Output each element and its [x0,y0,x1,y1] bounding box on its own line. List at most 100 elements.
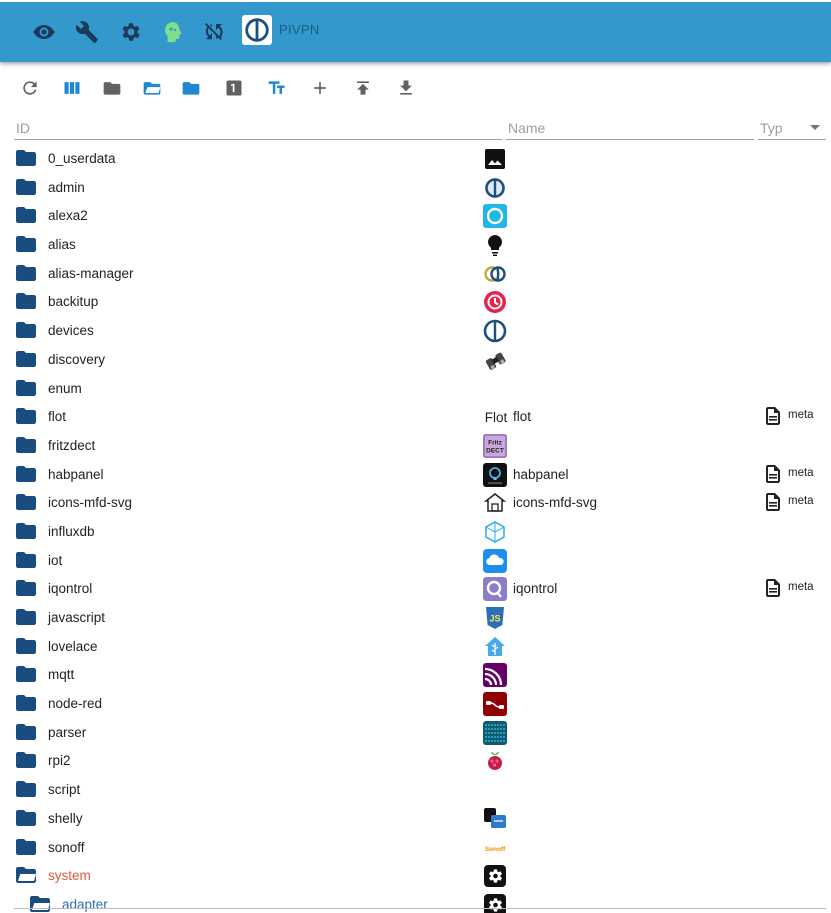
object-toolbar [0,70,831,106]
tree-row-enum[interactable]: enum [0,374,831,403]
add-icon[interactable] [307,76,333,100]
eye-icon[interactable] [30,18,58,46]
folder-open-icon[interactable] [16,867,36,884]
tree-row-lovelace[interactable]: lovelace [0,632,831,661]
tree-row-javascript[interactable]: javascript JS [0,603,831,632]
columns-icon[interactable] [59,76,85,100]
tree-row-fritzdect[interactable]: fritzdect Fritz DECT [0,431,831,460]
upload-icon[interactable] [350,76,376,100]
folder-icon[interactable] [16,408,36,425]
row-type: meta [788,409,814,422]
tree-row-discovery[interactable]: discovery [0,345,831,374]
download-icon[interactable] [393,76,419,100]
tree-row-adapter[interactable]: adapter [0,890,831,913]
svg-text:DECT: DECT [486,447,504,454]
folder-icon[interactable] [16,809,36,826]
row-id: mqtt [48,667,75,683]
folder-icon[interactable] [16,838,36,855]
tree-row-alexa2[interactable]: alexa2 [0,201,831,230]
folder-icon[interactable] [16,666,36,683]
svg-text:Fritz: Fritz [488,439,502,446]
row-type: meta [788,466,814,479]
sync-off-icon[interactable] [200,18,228,46]
text-size-icon[interactable] [264,76,290,100]
row-id: habpanel [48,466,104,482]
tree-row-habpanel[interactable]: habpanel habpanel meta [0,460,831,489]
row-id: shelly [48,810,83,826]
tree-row-mqtt[interactable]: mqtt [0,660,831,689]
gear-icon[interactable] [116,18,144,46]
folder-icon[interactable] [16,637,36,654]
folder-icon[interactable] [16,580,36,597]
object-tree: 0_userdataadmin alexa2 alias alias-manager b… [0,144,831,913]
javascript-icon: JS [483,606,507,630]
sonoff-icon: Sonoff [483,836,507,860]
folder-icon[interactable] [16,465,36,482]
influxdb-icon [483,520,507,544]
folder-icon[interactable] [16,322,36,339]
tree-row-script[interactable]: script [0,775,831,804]
iobroker-logo[interactable] [242,15,272,45]
folder-icon[interactable] [16,723,36,740]
raspberry-icon [483,749,507,773]
folder-icon[interactable] [16,522,36,539]
folder-icon[interactable] [16,551,36,568]
tree-row-alias-manager[interactable]: alias-manager [0,259,831,288]
tree-row-iqontrol[interactable]: iqontrol iqontrol meta [0,574,831,603]
folder-icon[interactable] [16,752,36,769]
tree-row-admin[interactable]: admin [0,173,831,202]
type-filter-select[interactable]: Typ [758,114,826,140]
tree-row-backitup[interactable]: backitup [0,287,831,316]
folder-icon[interactable] [16,379,36,396]
folder-open-icon[interactable] [139,76,165,100]
folder-icon[interactable] [16,236,36,253]
refresh-icon[interactable] [17,76,43,100]
node-red-icon [483,692,507,717]
alexa-icon [483,204,507,229]
folder-icon[interactable] [16,178,36,195]
row-id: lovelace [48,638,98,654]
tree-row-parser[interactable]: parser [0,718,831,747]
tree-row-iot[interactable]: iot [0,546,831,575]
shelly-icon [483,807,507,831]
id-filter-input[interactable]: ID [14,114,502,140]
folder-icon[interactable] [178,76,204,100]
row-id: alias-manager [48,265,134,281]
tree-row-rpi2[interactable]: rpi2 [0,746,831,775]
row-id: admin [48,179,85,195]
tree-row-flot[interactable]: flot Flot flot meta [0,402,831,431]
folder-open-icon[interactable] [30,895,50,912]
row-id: fritzdect [48,437,96,453]
folder-icon[interactable] [16,494,36,511]
folder-closed-icon[interactable] [99,76,125,100]
tree-row-node-red[interactable]: node-red [0,689,831,718]
tree-row-sonoff[interactable]: sonoff Sonoff [0,833,831,862]
tree-row-system[interactable]: system [0,861,831,890]
folder-icon[interactable] [16,609,36,625]
folder-icon[interactable] [16,350,36,367]
app-title: PIVPN [279,22,320,37]
system-gear-icon [483,864,507,888]
folder-icon[interactable] [16,781,36,798]
tree-row-influxdb[interactable]: influxdb [0,517,831,546]
name-filter-input[interactable]: Name [506,114,754,140]
tree-row-0_userdata[interactable]: 0_userdata [0,144,831,173]
tree-row-devices[interactable]: devices [0,316,831,345]
tree-row-icons-mfd-svg[interactable]: icons-mfd-svg icons-mfd-svg meta [0,488,831,517]
brain-head-icon[interactable] [158,18,186,46]
folder-icon[interactable] [16,293,36,310]
tree-row-shelly[interactable]: shelly [0,804,831,833]
fritzdect-icon: Fritz DECT [483,433,507,458]
folder-icon[interactable] [16,207,36,224]
row-id: icons-mfd-svg [48,495,133,511]
folder-icon[interactable] [16,436,36,453]
folder-icon[interactable] [16,695,36,712]
row-name: flot [513,409,532,425]
folder-icon[interactable] [16,150,36,166]
wrench-icon[interactable] [73,18,101,46]
system-gear-icon [483,893,507,913]
tree-row-alias[interactable]: alias [0,230,831,259]
house-icon [483,491,507,515]
folder-icon[interactable] [16,264,36,281]
number-one-icon[interactable] [221,76,247,100]
